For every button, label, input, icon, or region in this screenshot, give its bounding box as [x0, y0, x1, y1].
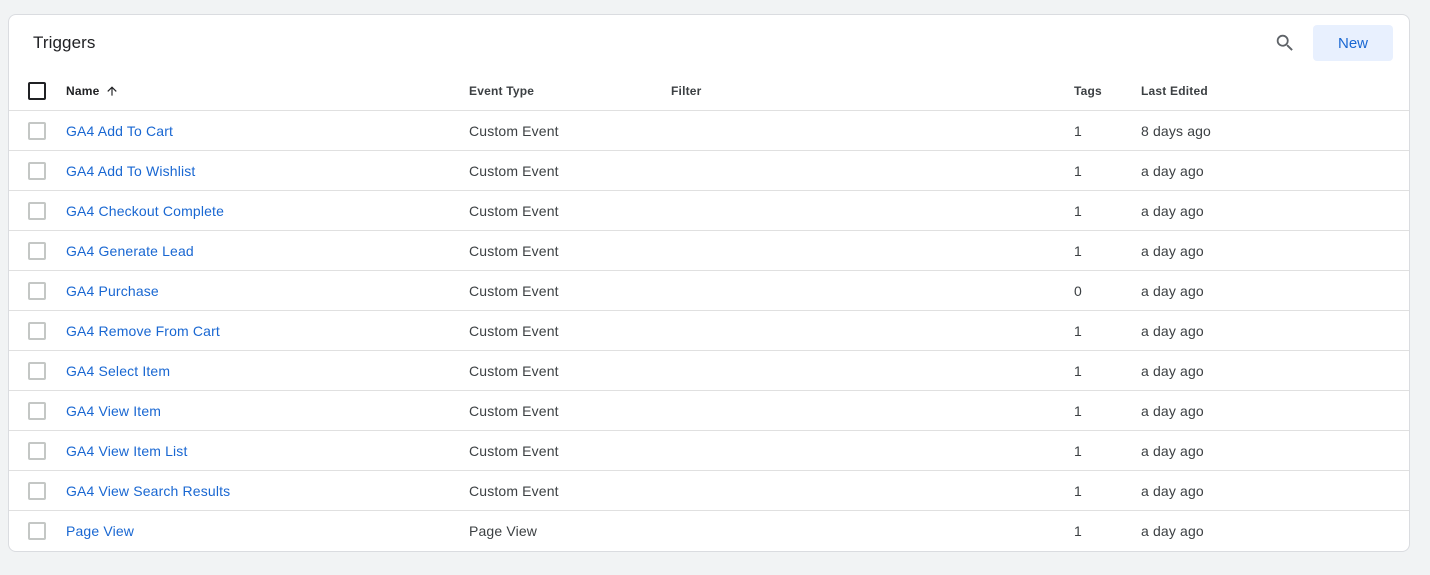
search-button[interactable] — [1271, 29, 1299, 57]
table-row[interactable]: GA4 Checkout Complete Custom Event 1 a day … — [9, 191, 1409, 231]
trigger-name-link[interactable]: GA4 Select Item — [66, 363, 170, 379]
tags-count-cell: 1 — [1074, 323, 1082, 339]
select-all-cell — [28, 71, 48, 111]
row-checkbox[interactable] — [28, 322, 46, 340]
row-select-cell — [28, 471, 48, 511]
table-body: GA4 Add To Cart Custom Event 1 8 days ago GA… — [9, 111, 1409, 551]
row-checkbox[interactable] — [28, 242, 46, 260]
search-icon — [1276, 34, 1293, 51]
tags-count-cell: 0 — [1074, 283, 1082, 299]
row-select-cell — [28, 431, 48, 471]
table-row[interactable]: GA4 Select Item Custom Event 1 a day ago — [9, 351, 1409, 391]
row-checkbox[interactable] — [28, 282, 46, 300]
last-edited-cell: a day ago — [1141, 483, 1204, 499]
event-type-cell: Custom Event — [469, 163, 559, 179]
column-header-name[interactable]: Name — [66, 71, 119, 111]
table-row[interactable]: GA4 Purchase Custom Event 0 a day ago — [9, 271, 1409, 311]
trigger-name-link[interactable]: GA4 View Item — [66, 403, 161, 419]
row-select-cell — [28, 191, 48, 231]
trigger-name-link[interactable]: GA4 Generate Lead — [66, 243, 194, 259]
trigger-name-link[interactable]: GA4 View Item List — [66, 443, 188, 459]
tags-count-cell: 1 — [1074, 163, 1082, 179]
last-edited-cell: 8 days ago — [1141, 123, 1211, 139]
row-checkbox[interactable] — [28, 442, 46, 460]
row-select-cell — [28, 231, 48, 271]
event-type-cell: Custom Event — [469, 203, 559, 219]
last-edited-cell: a day ago — [1141, 323, 1204, 339]
trigger-name-link[interactable]: GA4 Add To Wishlist — [66, 163, 195, 179]
row-checkbox[interactable] — [28, 202, 46, 220]
row-select-cell — [28, 151, 48, 191]
page-title: Triggers — [33, 33, 96, 52]
table-row[interactable]: Page View Page View 1 a day ago — [9, 511, 1409, 551]
event-type-cell: Custom Event — [469, 323, 559, 339]
tags-count-cell: 1 — [1074, 483, 1082, 499]
row-select-cell — [28, 511, 48, 551]
last-edited-cell: a day ago — [1141, 283, 1204, 299]
triggers-card: Triggers New Name Event Type Filter Tags… — [8, 14, 1410, 552]
trigger-name-link[interactable]: GA4 Purchase — [66, 283, 159, 299]
tags-count-cell: 1 — [1074, 243, 1082, 259]
last-edited-cell: a day ago — [1141, 403, 1204, 419]
tags-count-cell: 1 — [1074, 203, 1082, 219]
event-type-cell: Custom Event — [469, 123, 559, 139]
last-edited-cell: a day ago — [1141, 443, 1204, 459]
row-select-cell — [28, 351, 48, 391]
arrow-up-icon — [105, 84, 119, 98]
table-row[interactable]: GA4 Remove From Cart Custom Event 1 a day a… — [9, 311, 1409, 351]
column-header-event-type[interactable]: Event Type — [469, 71, 534, 111]
table-row[interactable]: GA4 View Item Custom Event 1 a day ago — [9, 391, 1409, 431]
table-row[interactable]: GA4 View Item List Custom Event 1 a day ago — [9, 431, 1409, 471]
row-select-cell — [28, 391, 48, 431]
event-type-cell: Custom Event — [469, 483, 559, 499]
event-type-cell: Custom Event — [469, 443, 559, 459]
row-checkbox[interactable] — [28, 402, 46, 420]
row-select-cell — [28, 311, 48, 351]
trigger-name-link[interactable]: GA4 View Search Results — [66, 483, 230, 499]
tags-count-cell: 1 — [1074, 403, 1082, 419]
last-edited-cell: a day ago — [1141, 243, 1204, 259]
table-row[interactable]: GA4 View Search Results Custom Event 1 a da… — [9, 471, 1409, 511]
last-edited-cell: a day ago — [1141, 363, 1204, 379]
event-type-cell: Page View — [469, 523, 538, 539]
column-header-tags[interactable]: Tags — [1074, 71, 1102, 111]
event-type-cell: Custom Event — [469, 243, 559, 259]
trigger-name-link[interactable]: GA4 Remove From Cart — [66, 323, 220, 339]
row-checkbox[interactable] — [28, 522, 46, 540]
table-header: Name Event Type Filter Tags Last Edited — [9, 71, 1409, 111]
trigger-name-link[interactable]: GA4 Checkout Complete — [66, 203, 224, 219]
table-row[interactable]: GA4 Add To Wishlist Custom Event 1 a day ag… — [9, 151, 1409, 191]
card-header: Triggers New — [9, 15, 1409, 71]
row-select-cell — [28, 271, 48, 311]
event-type-cell: Custom Event — [469, 283, 559, 299]
tags-count-cell: 1 — [1074, 523, 1082, 539]
trigger-name-link[interactable]: GA4 Add To Cart — [66, 123, 173, 139]
last-edited-cell: a day ago — [1141, 163, 1204, 179]
trigger-name-link[interactable]: Page View — [66, 523, 134, 539]
event-type-cell: Custom Event — [469, 403, 559, 419]
select-all-checkbox[interactable] — [28, 82, 46, 100]
new-button[interactable]: New — [1313, 25, 1393, 61]
tags-count-cell: 1 — [1074, 123, 1082, 139]
row-checkbox[interactable] — [28, 482, 46, 500]
event-type-cell: Custom Event — [469, 363, 559, 379]
row-select-cell — [28, 111, 48, 151]
table-row[interactable]: GA4 Add To Cart Custom Event 1 8 days ago — [9, 111, 1409, 151]
last-edited-cell: a day ago — [1141, 203, 1204, 219]
row-checkbox[interactable] — [28, 162, 46, 180]
column-header-filter[interactable]: Filter — [671, 71, 702, 111]
column-header-name-label: Name — [66, 84, 100, 98]
row-checkbox[interactable] — [28, 122, 46, 140]
table-row[interactable]: GA4 Generate Lead Custom Event 1 a day ago — [9, 231, 1409, 271]
tags-count-cell: 1 — [1074, 443, 1082, 459]
row-checkbox[interactable] — [28, 362, 46, 380]
column-header-last-edited[interactable]: Last Edited — [1141, 71, 1208, 111]
tags-count-cell: 1 — [1074, 363, 1082, 379]
last-edited-cell: a day ago — [1141, 523, 1204, 539]
